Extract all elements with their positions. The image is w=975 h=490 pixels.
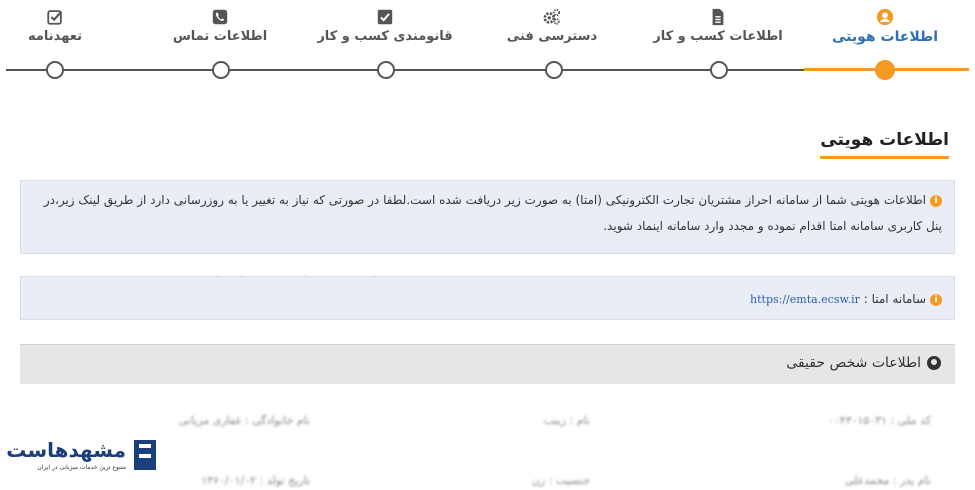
field-birth-date: تاریخ تولد : ۱۳۶۰/۰۱/۰۲ bbox=[201, 474, 310, 487]
step-dot-technical-access[interactable] bbox=[545, 61, 563, 79]
progress-stepper: اطلاعات هویتی اطلاعات کسب و کار دسترسی ف… bbox=[0, 0, 975, 92]
step-dot-business-info[interactable] bbox=[710, 61, 728, 79]
step-business-compliance[interactable]: قانومندی کسب و کار bbox=[310, 8, 460, 44]
field-label: نام پدر : bbox=[892, 474, 931, 487]
logo-tagline: متنوع ترین خدمات میزبانی در ایران bbox=[37, 464, 126, 471]
page-title: اطلاعات هویتی bbox=[820, 130, 949, 159]
field-national-code: کد ملی : ۰۰۴۳۰۱۵۰۳۱ bbox=[828, 414, 931, 427]
field-first-name: نام : زینب bbox=[544, 414, 590, 427]
field-value: ۰۰۴۳۰۱۵۰۳۱ bbox=[827, 414, 888, 427]
field-value: غفاری مزیانی bbox=[178, 414, 242, 427]
step-dot-contact-info[interactable] bbox=[212, 61, 230, 79]
stepper-track bbox=[6, 69, 804, 71]
check-square-outline-icon bbox=[47, 10, 63, 25]
field-value: ۱۳۶۰/۰۱/۰۲ bbox=[201, 474, 257, 487]
step-label: اطلاعات تماس bbox=[172, 29, 268, 44]
logo-mark-icon bbox=[134, 440, 156, 470]
emta-notice: i سامانه امتا : https://emta.ecsw.ir bbox=[20, 276, 955, 320]
person-panel-body: کد ملی : ۰۰۴۳۰۱۵۰۳۱ نام : زینب نام خانوا… bbox=[20, 384, 955, 490]
step-commitment[interactable]: تعهدنامه bbox=[0, 8, 130, 44]
field-label: تاریخ تولد : bbox=[259, 474, 310, 487]
user-circle-icon bbox=[876, 8, 894, 26]
field-father-name: نام پدر : محمدعلی bbox=[845, 474, 931, 487]
field-last-name: نام خانوادگی : غفاری مزیانی bbox=[179, 414, 310, 427]
field-label: جنسیت : bbox=[548, 474, 590, 487]
field-value: زینب bbox=[543, 414, 567, 427]
step-identity[interactable]: اطلاعات هویتی bbox=[810, 8, 960, 45]
info-notice: iاطلاعات هویتی شما از سامانه احراز مشتری… bbox=[20, 180, 955, 254]
step-label: قانومندی کسب و کار bbox=[317, 29, 453, 44]
step-business-info[interactable]: اطلاعات کسب و کار bbox=[643, 8, 793, 44]
field-label: کد ملی : bbox=[890, 414, 931, 427]
notice-text: اطلاعات هویتی شما از سامانه احراز مشتریا… bbox=[43, 193, 942, 233]
user-icon bbox=[927, 356, 941, 370]
step-dot-identity[interactable] bbox=[875, 60, 895, 80]
field-value: زن bbox=[531, 474, 546, 487]
step-label: تعهدنامه bbox=[27, 29, 82, 44]
info-icon: i bbox=[930, 194, 942, 207]
person-panel-header: اطلاعات شخص حقیقی bbox=[20, 344, 955, 384]
logo-name: مشهدهاست bbox=[6, 438, 126, 462]
info-icon: i bbox=[930, 293, 942, 306]
step-dot-business-compliance[interactable] bbox=[377, 61, 395, 79]
field-label: نام : bbox=[569, 414, 590, 427]
field-label: نام خانوادگی : bbox=[244, 414, 310, 427]
emta-link[interactable]: https://emta.ecsw.ir bbox=[750, 293, 860, 306]
field-gender: جنسیت : زن bbox=[532, 474, 590, 487]
emta-label: سامانه امتا : bbox=[863, 292, 926, 306]
step-technical-access[interactable]: دسترسی فنی bbox=[477, 8, 627, 44]
gears-icon bbox=[543, 8, 561, 25]
brand-logo: مشهدهاست متنوع ترین خدمات میزبانی در ایر… bbox=[6, 438, 156, 478]
step-label: اطلاعات کسب و کار bbox=[653, 29, 783, 44]
document-icon bbox=[712, 8, 724, 26]
check-square-icon bbox=[377, 9, 393, 25]
step-dot-commitment[interactable] bbox=[46, 61, 64, 79]
step-label: اطلاعات هویتی bbox=[832, 29, 938, 45]
step-contact-info[interactable]: اطلاعات تماس bbox=[145, 8, 295, 44]
phone-icon bbox=[212, 9, 228, 25]
step-label: دسترسی فنی bbox=[506, 29, 598, 44]
panel-title: اطلاعات شخص حقیقی bbox=[786, 355, 921, 371]
field-value: محمدعلی bbox=[844, 474, 890, 487]
